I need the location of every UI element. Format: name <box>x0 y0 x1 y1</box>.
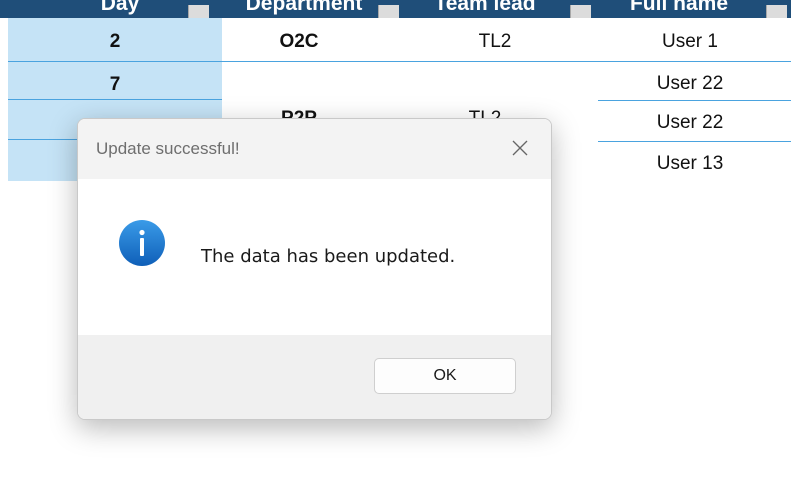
cell-day: 2 <box>109 31 121 52</box>
header-row: Day Department Team lead Full name <box>0 0 791 18</box>
header-day: Day <box>100 0 140 15</box>
dialog-footer: OK <box>78 335 551 419</box>
row-divider <box>8 99 222 100</box>
filter-button-day[interactable] <box>188 5 209 18</box>
close-button[interactable] <box>502 130 538 166</box>
cell-user: User 1 <box>662 31 718 52</box>
cell-day: 7 <box>109 74 121 95</box>
dialog-message: The data has been updated. <box>201 246 456 267</box>
cell-department-merged: P2P <box>224 106 374 118</box>
filter-button-full-name[interactable] <box>766 5 787 18</box>
message-dialog: Update successful! The data has been upd… <box>77 118 552 420</box>
cell-team-lead-merged: TL2 <box>410 106 560 118</box>
cell-team-lead: TL2 <box>478 31 512 52</box>
ok-button[interactable]: OK <box>374 358 516 394</box>
cell-department-text: P2P <box>224 107 374 118</box>
row-divider <box>8 61 791 62</box>
cell-user: User 22 <box>656 112 724 133</box>
filter-button-team-lead[interactable] <box>570 5 591 18</box>
cell-user: User 22 <box>656 73 724 94</box>
header-department: Department <box>245 0 363 15</box>
dialog-body: The data has been updated. <box>78 179 551 335</box>
dialog-title: Update successful! <box>96 139 240 158</box>
header-team-lead: Team lead <box>434 0 536 15</box>
info-icon <box>119 220 165 266</box>
close-icon <box>512 140 528 156</box>
cell-user: User 13 <box>656 153 724 174</box>
dialog-titlebar[interactable]: Update successful! <box>78 119 551 179</box>
row-divider <box>598 100 791 101</box>
cell-department: O2C <box>279 31 319 52</box>
header-full-name: Full name <box>629 0 729 15</box>
filter-button-department[interactable] <box>378 5 399 18</box>
row-divider <box>598 141 791 142</box>
cell-team-lead-text: TL2 <box>410 107 560 118</box>
